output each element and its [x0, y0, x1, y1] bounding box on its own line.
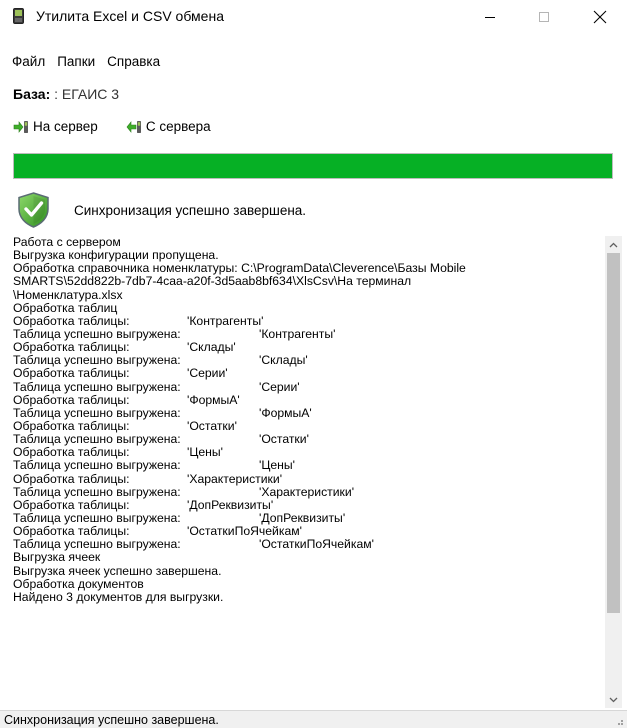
app-window: Утилита Excel и CSV обмена Файл Папки Сп… [0, 0, 627, 728]
terminal-device-icon [13, 8, 24, 24]
log-line-table-name: 'Контрагенты' [187, 313, 264, 328]
from-server-label: С сервера [145, 119, 211, 134]
status-message: Синхронизация успешно завершена. [74, 203, 307, 218]
log-line: Выгрузка ячеек успешно завершена. [13, 563, 605, 578]
log-line-table-name: 'Серии' [259, 379, 300, 394]
log-line-table-name: 'Склады' [187, 340, 236, 355]
download-arrow-icon [126, 121, 141, 133]
log-text-area[interactable]: Работа с сервером Выгрузка конфигурации п… [13, 236, 605, 708]
minimize-button[interactable] [467, 0, 513, 33]
log-line-table-name: 'Контрагенты' [259, 326, 336, 341]
chevron-down-icon [609, 697, 618, 702]
window-title: Утилита Excel и CSV обмена [36, 8, 224, 24]
base-label: База: [13, 86, 51, 102]
log-line: Обработка таблицы: 'Серии' [13, 367, 605, 380]
vertical-scrollbar[interactable] [605, 236, 622, 708]
log-line: Таблица успешно выгружена: 'ФормыА' [13, 405, 605, 420]
security-shield-check-icon [18, 192, 49, 228]
menu-help[interactable]: Справка [101, 52, 166, 72]
log-line: SMARTS\52dd822b-7db7-4caa-a20f-3d5aab8bf… [13, 275, 605, 288]
progress-bar [13, 153, 613, 179]
log-line-text: Найдено 3 документов для выгрузки. [13, 589, 224, 604]
log-line-table-name: 'ДопРеквизиты' [259, 510, 346, 525]
log-line: \Номенклатура.xlsx [13, 287, 605, 302]
scroll-up-button[interactable] [605, 236, 622, 253]
from-server-button[interactable]: С сервера [126, 117, 211, 137]
log-line-table-name: 'Остатки' [187, 418, 237, 433]
log-line-table-name: 'Серии' [187, 366, 228, 381]
status-bar-text: Синхронизация успешно завершена. [4, 713, 219, 727]
log-line: Таблица успешно выгружена: 'Цены' [13, 459, 605, 472]
log-line-table-name: 'ФормыА' [187, 392, 240, 407]
log-line-table-name: 'Склады' [259, 353, 308, 368]
close-icon [593, 10, 607, 23]
log-line: Выгрузка ячеек [13, 551, 605, 564]
base-info: База: : ЕГАИС 3 [13, 84, 119, 104]
minimize-icon [485, 16, 495, 18]
log-line-text: Обработка таблицы: [13, 497, 130, 512]
log-line-text: Обработка таблицы: [13, 392, 130, 407]
menu-folders[interactable]: Папки [51, 52, 101, 72]
log-line-text: Обработка таблиц [13, 300, 118, 315]
log-line-table-name: 'ОстаткиПоЯчейкам' [259, 537, 374, 552]
log-line-text: Обработка таблицы: [13, 471, 130, 486]
menu-bar: Файл Папки Справка [0, 52, 166, 72]
log-line-text: Обработка таблицы: [13, 366, 130, 381]
log-line-table-name: 'Остатки' [259, 432, 309, 447]
maximize-icon [539, 11, 549, 22]
to-server-button[interactable]: На сервер [13, 117, 98, 137]
upload-arrow-icon [13, 121, 28, 133]
log-line: Найдено 3 документов для выгрузки. [13, 589, 605, 604]
log-line: Таблица успешно выгружена: 'Характеристик… [13, 484, 605, 499]
log-line-table-name: 'ОстаткиПоЯчейкам' [187, 524, 302, 539]
log-line-text: Выгрузка ячеек [13, 550, 101, 565]
log-line: Обработка таблиц [13, 300, 605, 315]
log-line-text: SMARTS\52dd822b-7db7-4caa-a20f-3d5aab8bf… [13, 274, 412, 289]
resize-grip-icon[interactable] [614, 716, 624, 726]
status-bar: Синхронизация успешно завершена. [0, 710, 627, 728]
scroll-down-button[interactable] [605, 691, 622, 708]
log-line-text: Обработка документов [13, 576, 144, 591]
base-value: : ЕГАИС 3 [50, 86, 120, 102]
log-line-table-name: 'Цены' [187, 445, 223, 460]
progress-fill [14, 154, 612, 178]
title-bar[interactable]: Утилита Excel и CSV обмена [0, 0, 627, 33]
log-line-table-name: 'ДопРеквизиты' [187, 497, 274, 512]
maximize-button[interactable] [521, 0, 567, 33]
log-line: Таблица успешно выгружена: 'ОстаткиПоЯчей… [13, 538, 605, 551]
menu-file[interactable]: Файл [0, 52, 51, 72]
log-line: Обработка документов [13, 576, 605, 591]
chevron-up-icon [609, 242, 618, 247]
log-line-text: Выгрузка ячеек успешно завершена. [13, 563, 222, 578]
to-server-label: На сервер [33, 119, 98, 134]
log-line-table-name: 'ФормыА' [259, 405, 312, 420]
log-line-table-name: 'Характеристики' [187, 471, 283, 486]
scroll-thumb[interactable] [607, 253, 620, 613]
close-button[interactable] [577, 0, 623, 33]
log-line: Таблица успешно выгружена: 'Серии' [13, 379, 605, 394]
toolbar: На сервер С сервера [0, 116, 211, 138]
log-line-text: \Номенклатура.xlsx [13, 287, 123, 302]
log-line-table-name: 'Характеристики' [259, 484, 355, 499]
log-line-table-name: 'Цены' [259, 458, 295, 473]
